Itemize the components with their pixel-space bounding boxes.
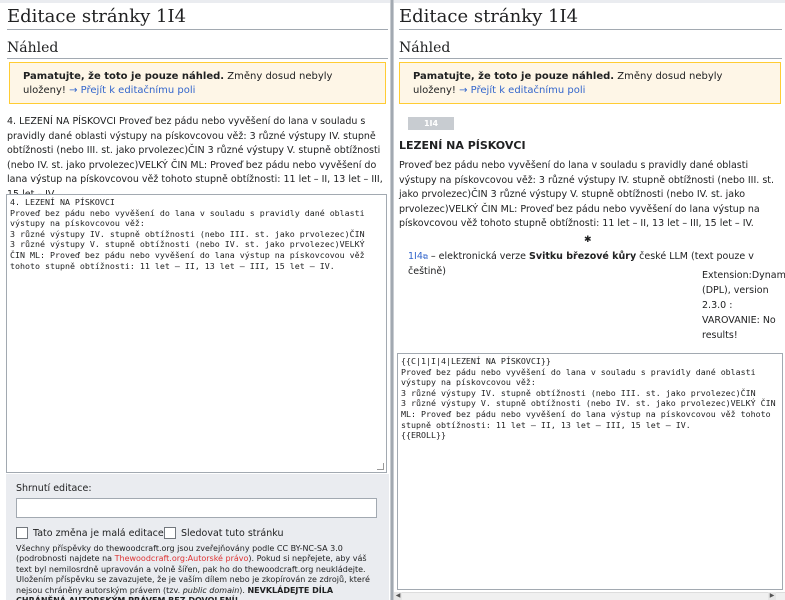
top-strip xyxy=(394,0,785,3)
right-pane: Editace stránky 1I4 Náhled Pamatujte, že… xyxy=(393,0,785,600)
license-text: Všechny příspěvky do thewoodcraft.org js… xyxy=(16,544,370,600)
separator-mark: ✱ xyxy=(584,235,592,245)
notice-bold: Pamatujte, že toto je pouze náhled. xyxy=(413,71,615,82)
source-textarea[interactable]: {{C|1|I|4|LEZENÍ NA PÍSKOVCI}} Proveď be… xyxy=(397,353,783,590)
page-title: Editace stránky 1I4 xyxy=(7,6,388,30)
dpl-warning: Extension:DynamicPageList (DPL), version… xyxy=(702,270,785,341)
minor-edit-checkbox[interactable] xyxy=(16,527,28,539)
minor-edit-label[interactable]: Tato změna je malá editace. xyxy=(33,528,167,539)
watch-page-label[interactable]: Sledovat tuto stránku xyxy=(181,528,284,539)
edit-options: Shrnutí editace: Tato změna je malá edit… xyxy=(6,474,389,600)
preview-heading: Náhled xyxy=(7,40,388,59)
watch-page-checkbox[interactable] xyxy=(164,527,176,539)
navbox-badge: 1I4 xyxy=(408,117,454,130)
goto-editor-link[interactable]: → Přejít k editačnímu poli xyxy=(459,85,585,96)
goto-editor-link[interactable]: → Přejít k editačnímu poli xyxy=(69,85,195,96)
preview-notice: Pamatujte, že toto je pouze náhled. Změn… xyxy=(9,62,386,104)
section-title: LEZENÍ NA PÍSKOVCI xyxy=(399,139,526,152)
edit-textarea[interactable]: 4. LEZENÍ NA PÍSKOVCI Proveď bez pádu ne… xyxy=(6,194,387,473)
horizontal-scrollbar[interactable] xyxy=(394,592,785,600)
preview-text: 4. LEZENÍ NA PÍSKOVCI Proveď bez pádu ne… xyxy=(7,116,383,200)
top-strip xyxy=(0,0,390,3)
summary-label: Shrnutí editace: xyxy=(16,483,92,494)
page-title: Editace stránky 1I4 xyxy=(399,6,782,30)
preview-heading: Náhled xyxy=(399,40,782,59)
resize-grip[interactable] xyxy=(377,463,385,471)
copyright-link[interactable]: Thewoodcraft.org:Autorské právo xyxy=(115,554,249,563)
notice-bold: Pamatujte, že toto je pouze náhled. xyxy=(23,71,225,82)
section-text: Proveď bez pádu nebo vyvěšení do lana v … xyxy=(399,160,775,229)
reference-link[interactable]: 1I4 xyxy=(408,251,423,262)
preview-notice: Pamatujte, že toto je pouze náhled. Změn… xyxy=(399,62,781,104)
scroll-right-icon[interactable]: ▶ xyxy=(768,592,776,600)
left-pane: Editace stránky 1I4 Náhled Pamatujte, že… xyxy=(0,0,391,600)
summary-input[interactable] xyxy=(16,498,377,518)
scroll-left-icon[interactable]: ◀ xyxy=(394,592,402,600)
